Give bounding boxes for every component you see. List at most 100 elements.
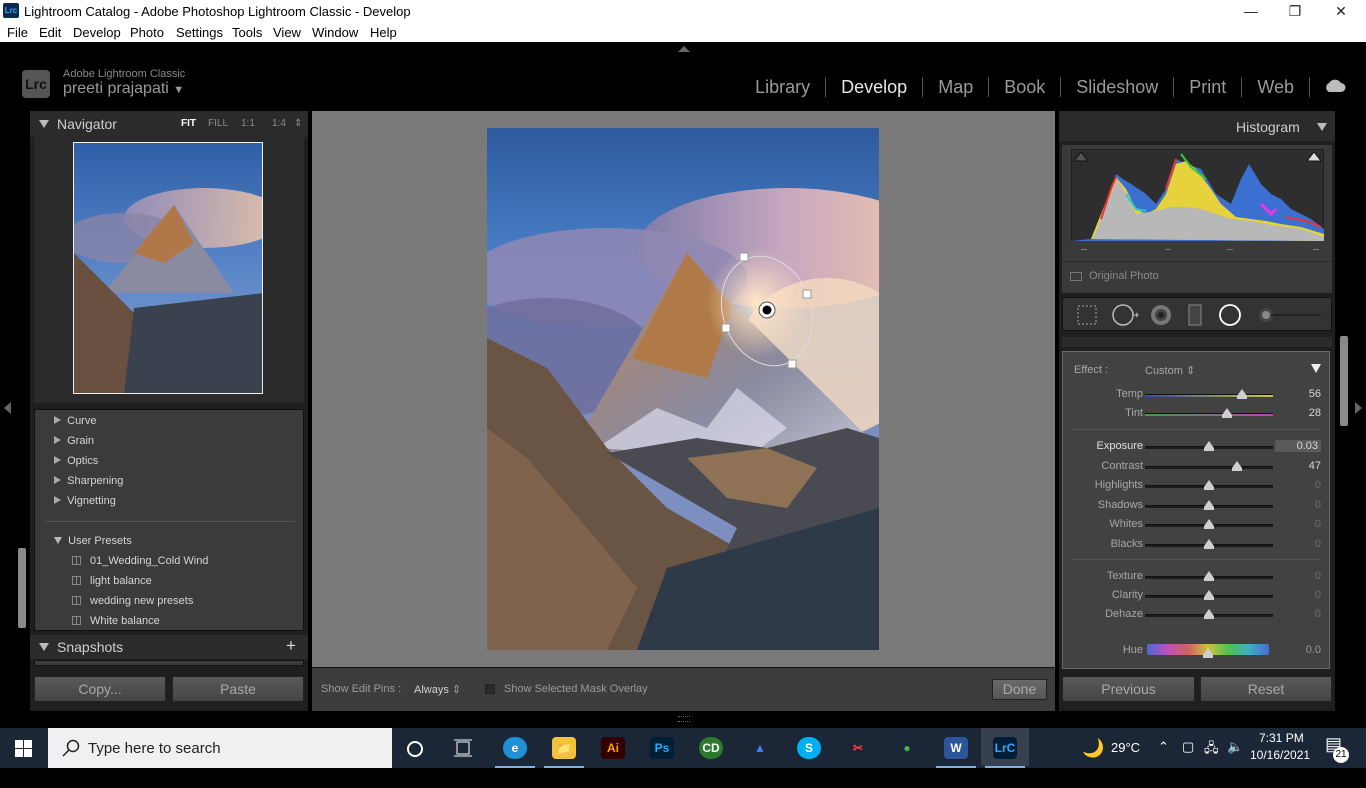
collapse-top-panel-icon[interactable]: [678, 46, 690, 52]
slider-thumb[interactable]: [1232, 460, 1243, 471]
preset-group-optics[interactable]: Optics: [54, 455, 98, 467]
tint-slider[interactable]: [1145, 408, 1273, 418]
preset-group-sharpening[interactable]: Sharpening: [54, 475, 123, 487]
taskbar-app-snipping-tool-icon[interactable]: ✂: [846, 737, 870, 759]
snapshots-header[interactable]: Snapshots +: [30, 635, 308, 659]
collapse-left-panel-icon[interactable]: [4, 402, 11, 414]
original-photo-checkbox[interactable]: [1070, 272, 1082, 281]
meet-now-icon[interactable]: ▢: [1182, 739, 1194, 779]
radial-handle-right[interactable]: [802, 289, 812, 299]
temp-slider[interactable]: [1145, 389, 1273, 399]
radial-filter-icon[interactable]: [1218, 303, 1242, 327]
slider-thumb[interactable]: [1237, 389, 1248, 399]
network-icon[interactable]: 🖧: [1204, 739, 1219, 779]
zoom-stepper-icon[interactable]: ⇕: [294, 118, 302, 129]
taskbar-app-skype-icon[interactable]: S: [797, 737, 821, 759]
edit-pins-select[interactable]: Always ⇕: [414, 683, 461, 696]
module-map[interactable]: Map: [923, 76, 990, 97]
filmstrip-toggle-icon[interactable]: [678, 716, 690, 722]
slider-thumb[interactable]: [1204, 538, 1214, 549]
histogram-header[interactable]: Histogram: [1059, 111, 1335, 141]
zoom-1-4[interactable]: 1:4: [272, 118, 286, 129]
radial-handle-bottom[interactable]: [787, 359, 797, 369]
module-library[interactable]: Library: [740, 76, 827, 97]
slider-value[interactable]: 56: [1275, 388, 1321, 400]
module-slideshow[interactable]: Slideshow: [1061, 76, 1175, 97]
whites-slider[interactable]: [1145, 519, 1273, 529]
minimize-button[interactable]: —: [1228, 0, 1274, 22]
reset-button[interactable]: Reset: [1200, 676, 1332, 702]
adjustment-brush-icon[interactable]: [1257, 306, 1323, 324]
menu-settings[interactable]: Settings: [176, 25, 223, 40]
menu-develop[interactable]: Develop: [73, 25, 121, 40]
user-presets-group[interactable]: User Presets: [54, 535, 132, 547]
histogram-graph[interactable]: [1071, 149, 1324, 241]
slider-thumb[interactable]: [1204, 480, 1214, 490]
navigator-thumbnail[interactable]: [73, 142, 263, 394]
dehaze-slider[interactable]: [1145, 609, 1273, 619]
preset-group-vignetting[interactable]: Vignetting: [54, 495, 116, 507]
weather-icon[interactable]: 🌙: [1082, 738, 1104, 778]
close-button[interactable]: ✕: [1318, 0, 1364, 22]
restore-button[interactable]: ❐: [1272, 0, 1318, 22]
radial-handle-top[interactable]: [739, 252, 749, 262]
add-snapshot-button[interactable]: +: [286, 636, 296, 656]
menu-edit[interactable]: Edit: [39, 25, 61, 40]
slider-value[interactable]: 0: [1275, 570, 1321, 582]
slider-thumb[interactable]: [1204, 499, 1214, 510]
blacks-slider[interactable]: [1145, 538, 1273, 549]
texture-slider[interactable]: [1145, 571, 1273, 581]
taskbar-app-chrome-icon[interactable]: ●: [895, 737, 919, 759]
done-button[interactable]: Done: [992, 679, 1047, 700]
menu-tools[interactable]: Tools: [232, 25, 262, 40]
slider-value[interactable]: 0: [1275, 499, 1321, 511]
slider-thumb[interactable]: [1204, 571, 1214, 581]
module-print[interactable]: Print: [1174, 76, 1243, 97]
preset-group-grain[interactable]: Grain: [54, 435, 94, 447]
taskbar-app-coreldraw-icon[interactable]: CD: [699, 737, 723, 759]
show-hidden-icons-icon[interactable]: ⌃: [1158, 739, 1169, 779]
exposure-slider[interactable]: [1145, 441, 1273, 451]
menu-view[interactable]: View: [273, 25, 301, 40]
slider-thumb[interactable]: [1204, 519, 1214, 529]
slider-value[interactable]: 0: [1275, 479, 1321, 491]
preset-group-curve[interactable]: Curve: [54, 415, 96, 427]
slider-value[interactable]: 0: [1275, 608, 1321, 620]
effect-collapse-icon[interactable]: [1311, 364, 1321, 373]
menu-photo[interactable]: Photo: [130, 25, 164, 40]
right-panel-scrollbar[interactable]: [1340, 336, 1348, 426]
taskbar-app-lightroom-icon[interactable]: LrC: [993, 737, 1017, 759]
clock-date[interactable]: 10/16/2021: [1250, 748, 1310, 788]
preset-item[interactable]: White balance: [72, 615, 160, 627]
slider-value[interactable]: 0.0: [1275, 644, 1321, 656]
spot-removal-icon[interactable]: [1111, 303, 1141, 327]
preset-item[interactable]: 01_Wedding_Cold Wind: [72, 555, 208, 567]
slider-thumb[interactable]: [1203, 648, 1213, 658]
collapse-right-panel-icon[interactable]: [1355, 402, 1362, 414]
copy-button[interactable]: Copy...: [34, 676, 166, 702]
taskbar-app-edge-icon[interactable]: e: [503, 737, 527, 759]
slider-thumb[interactable]: [1204, 590, 1214, 600]
graduated-filter-icon[interactable]: [1187, 303, 1203, 327]
module-web[interactable]: Web: [1242, 76, 1310, 97]
module-develop[interactable]: Develop: [826, 76, 924, 97]
weather-temp[interactable]: 29°C: [1111, 740, 1140, 780]
hue-slider[interactable]: [1147, 644, 1269, 658]
highlights-slider[interactable]: [1145, 480, 1273, 490]
slider-value[interactable]: 0: [1275, 518, 1321, 530]
taskbar-app-illustrator-icon[interactable]: Ai: [601, 737, 625, 759]
volume-icon[interactable]: 🔈: [1227, 739, 1243, 779]
menu-window[interactable]: Window: [312, 25, 358, 40]
menu-file[interactable]: File: [7, 25, 28, 40]
clarity-slider[interactable]: [1145, 590, 1273, 600]
cloud-icon[interactable]: [1310, 76, 1346, 97]
effect-preset-select[interactable]: Custom ⇕: [1145, 364, 1195, 377]
shadows-slider[interactable]: [1145, 499, 1273, 510]
windows-start-icon[interactable]: [15, 740, 32, 757]
identity-plate[interactable]: preeti prajapati ▼: [63, 80, 184, 98]
preset-item[interactable]: light balance: [72, 575, 152, 587]
zoom-fit[interactable]: FIT: [181, 118, 196, 129]
zoom-1-1[interactable]: 1:1: [241, 118, 255, 129]
taskbar-app-app-blue-icon[interactable]: ▲: [748, 737, 772, 759]
main-photo[interactable]: [487, 128, 879, 650]
